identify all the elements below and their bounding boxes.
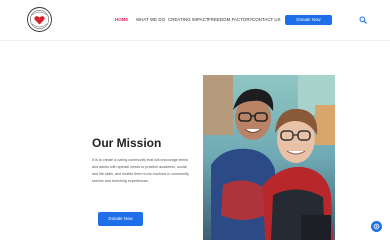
- logo-emblem: [27, 7, 52, 32]
- donate-now-button[interactable]: Donate Now: [98, 212, 143, 226]
- chat-icon: [373, 223, 380, 230]
- mission-photo: [203, 75, 335, 240]
- nav-item-what-we-do[interactable]: WHAT WE DO: [136, 17, 165, 22]
- nav-item-contact-us[interactable]: CONTACT US: [252, 17, 281, 22]
- mission-text: It is to create a caring community that …: [92, 158, 189, 184]
- logo[interactable]: [27, 7, 52, 32]
- nav-item-freedom-factory[interactable]: FREEDOM FACTORY: [208, 17, 253, 22]
- site-header: HOME WHAT WE DO CREATING IMPACT FREEDOM …: [0, 0, 390, 41]
- search-icon[interactable]: [359, 16, 367, 24]
- chat-widget-button[interactable]: [371, 221, 382, 232]
- mission-title: Our Mission: [92, 136, 162, 150]
- nav-item-home[interactable]: HOME: [115, 17, 128, 22]
- donate-now-header-button[interactable]: Donate Now: [285, 15, 332, 25]
- nav-item-creating-impact[interactable]: CREATING IMPACT: [168, 17, 209, 22]
